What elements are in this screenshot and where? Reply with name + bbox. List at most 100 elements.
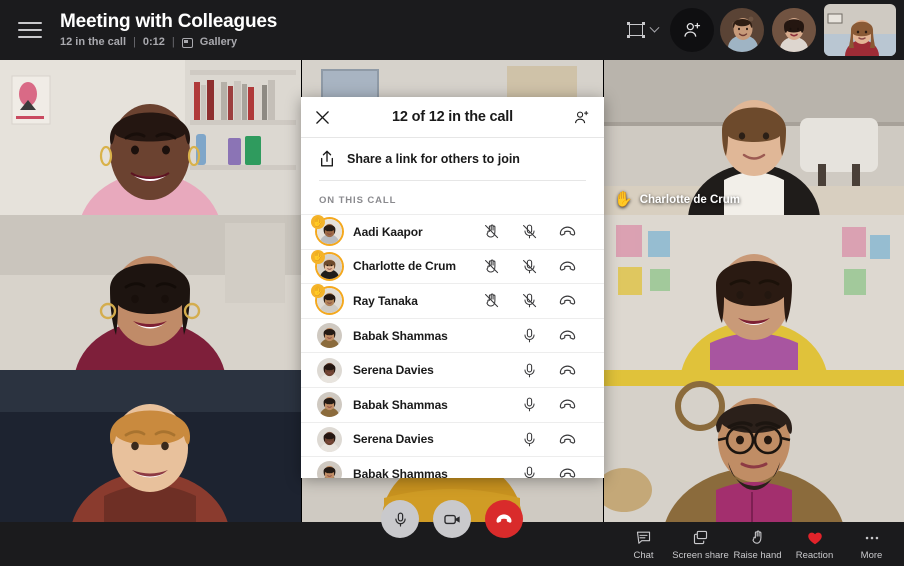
remove-participant-button[interactable] xyxy=(548,464,586,478)
remove-participant-button[interactable] xyxy=(548,361,586,380)
mic-icon xyxy=(523,432,535,447)
toolbar-actions: Chat Screen share Raise hand Reaction Mo… xyxy=(615,522,900,566)
toolbar-item-label: Reaction xyxy=(795,550,834,561)
header-avatar-2[interactable] xyxy=(772,8,816,52)
participant-avatar xyxy=(317,323,342,349)
lower-hand-button[interactable] xyxy=(472,292,510,309)
video-tile-2[interactable]: ✋ Charlotte de Crum xyxy=(604,60,904,215)
mute-button[interactable] xyxy=(510,396,548,413)
unmute-button[interactable] xyxy=(510,292,548,309)
remove-participant-button[interactable] xyxy=(548,430,586,449)
toolbar-screen-share-button[interactable]: Screen share xyxy=(672,527,729,561)
participant-name: Babak Shammas xyxy=(353,328,448,343)
page-title: Meeting with Colleagues xyxy=(60,11,278,32)
mute-button[interactable] xyxy=(510,465,548,478)
raise-hand-icon xyxy=(749,529,766,546)
hangup-icon xyxy=(559,434,575,444)
hangup-icon xyxy=(559,226,575,236)
panel-add-person-button[interactable] xyxy=(570,109,590,126)
participant-row[interactable]: ✋ Aadi Kaapor xyxy=(301,214,604,249)
hangup-button[interactable] xyxy=(485,500,523,538)
participant-name: Serena Davies xyxy=(353,363,434,378)
lower-hand-button[interactable] xyxy=(472,223,510,240)
frame-layout-icon xyxy=(627,22,645,38)
header-avatar-1[interactable] xyxy=(720,8,764,52)
toolbar-more-button[interactable]: More xyxy=(843,527,900,561)
mic-button[interactable] xyxy=(381,500,419,538)
more-icon xyxy=(865,536,878,539)
toolbar-item-label: More xyxy=(860,550,883,561)
mic-icon xyxy=(394,512,406,527)
share-link-label: Share a link for others to join xyxy=(347,152,520,166)
participants-list[interactable]: ✋ Aadi Kaapor ✋ Charlotte de Crum ✋ Ray … xyxy=(301,214,604,478)
video-tile-1[interactable] xyxy=(0,60,301,215)
heart-icon xyxy=(807,532,822,544)
participant-avatar: ✋ xyxy=(311,215,342,245)
remove-participant-button[interactable] xyxy=(548,257,586,276)
participant-name: Ray Tanaka xyxy=(353,293,418,308)
video-tile-3[interactable] xyxy=(0,215,301,370)
remove-participant-button[interactable] xyxy=(548,222,586,241)
hand-slash-icon xyxy=(484,294,498,308)
remove-participant-button[interactable] xyxy=(548,395,586,414)
participant-row[interactable]: ✋ Ray Tanaka xyxy=(301,283,604,318)
mic-slash-icon xyxy=(522,294,536,308)
participant-avatar xyxy=(317,461,342,478)
heart-icon xyxy=(806,529,824,546)
participant-actions xyxy=(510,464,586,478)
share-icon xyxy=(321,150,333,167)
close-button[interactable] xyxy=(315,110,335,125)
title-block: Meeting with Colleagues 12 in the call |… xyxy=(60,11,277,49)
subtitle-separator-1: | xyxy=(133,36,136,48)
video-tile-4[interactable] xyxy=(604,215,904,370)
participant-avatar xyxy=(317,392,342,418)
remove-participant-button[interactable] xyxy=(548,326,586,345)
video-tile-6[interactable] xyxy=(604,370,904,522)
mute-button[interactable] xyxy=(510,362,548,379)
share-link-button[interactable]: Share a link for others to join xyxy=(301,138,604,180)
toolbar-reaction-button[interactable]: Reaction xyxy=(786,527,843,561)
participant-actions xyxy=(472,291,586,310)
participant-row[interactable]: Babak Shammas xyxy=(301,386,604,422)
add-person-button[interactable] xyxy=(670,8,714,52)
lower-hand-button[interactable] xyxy=(472,258,510,275)
unmute-button[interactable] xyxy=(510,258,548,275)
add-person-icon xyxy=(575,110,589,123)
participant-actions xyxy=(472,222,586,241)
hamburger-icon[interactable] xyxy=(18,20,44,40)
participant-name: Aadi Kaapor xyxy=(353,224,423,239)
mic-icon xyxy=(523,328,535,343)
camera-button[interactable] xyxy=(433,500,471,538)
remove-participant-button[interactable] xyxy=(548,291,586,310)
participant-row[interactable]: Serena Davies xyxy=(301,352,604,387)
mute-button[interactable] xyxy=(510,431,548,448)
add-person-icon xyxy=(684,22,701,37)
hangup-icon xyxy=(559,399,575,409)
section-label-on-this-call: ON THIS CALL xyxy=(319,195,397,206)
mute-button[interactable] xyxy=(510,327,548,344)
participant-row[interactable]: Babak Shammas xyxy=(301,317,604,353)
screen-share-icon xyxy=(692,529,709,546)
layout-selector-button[interactable] xyxy=(615,22,670,38)
call-controls xyxy=(381,500,523,538)
participant-row[interactable]: ✋ Charlotte de Crum xyxy=(301,248,604,284)
participant-row[interactable]: Babak Shammas xyxy=(301,456,604,478)
unmute-button[interactable] xyxy=(510,223,548,240)
mic-slash-icon xyxy=(522,259,536,274)
panel-title: 12 of 12 in the call xyxy=(392,109,513,125)
participant-actions xyxy=(472,257,586,276)
toolbar-raise-hand-button[interactable]: Raise hand xyxy=(729,527,786,561)
toolbar-chat-button[interactable]: Chat xyxy=(615,527,672,561)
video-tile-5[interactable] xyxy=(0,370,301,522)
self-view-tile[interactable] xyxy=(824,4,896,56)
participant-avatar: ✋ xyxy=(311,249,342,279)
camera-icon xyxy=(443,514,460,524)
participant-row[interactable]: Serena Davies xyxy=(301,421,604,457)
tile-name-label: ✋ Charlotte de Crum xyxy=(614,192,740,207)
participant-avatar: ✋ xyxy=(311,284,342,314)
header-right-controls xyxy=(615,0,904,60)
raise-hand-icon xyxy=(752,530,762,544)
participant-name: Serena Davies xyxy=(353,432,434,447)
toolbar-item-label: Chat xyxy=(633,550,654,561)
participant-name: Babak Shammas xyxy=(353,397,448,412)
